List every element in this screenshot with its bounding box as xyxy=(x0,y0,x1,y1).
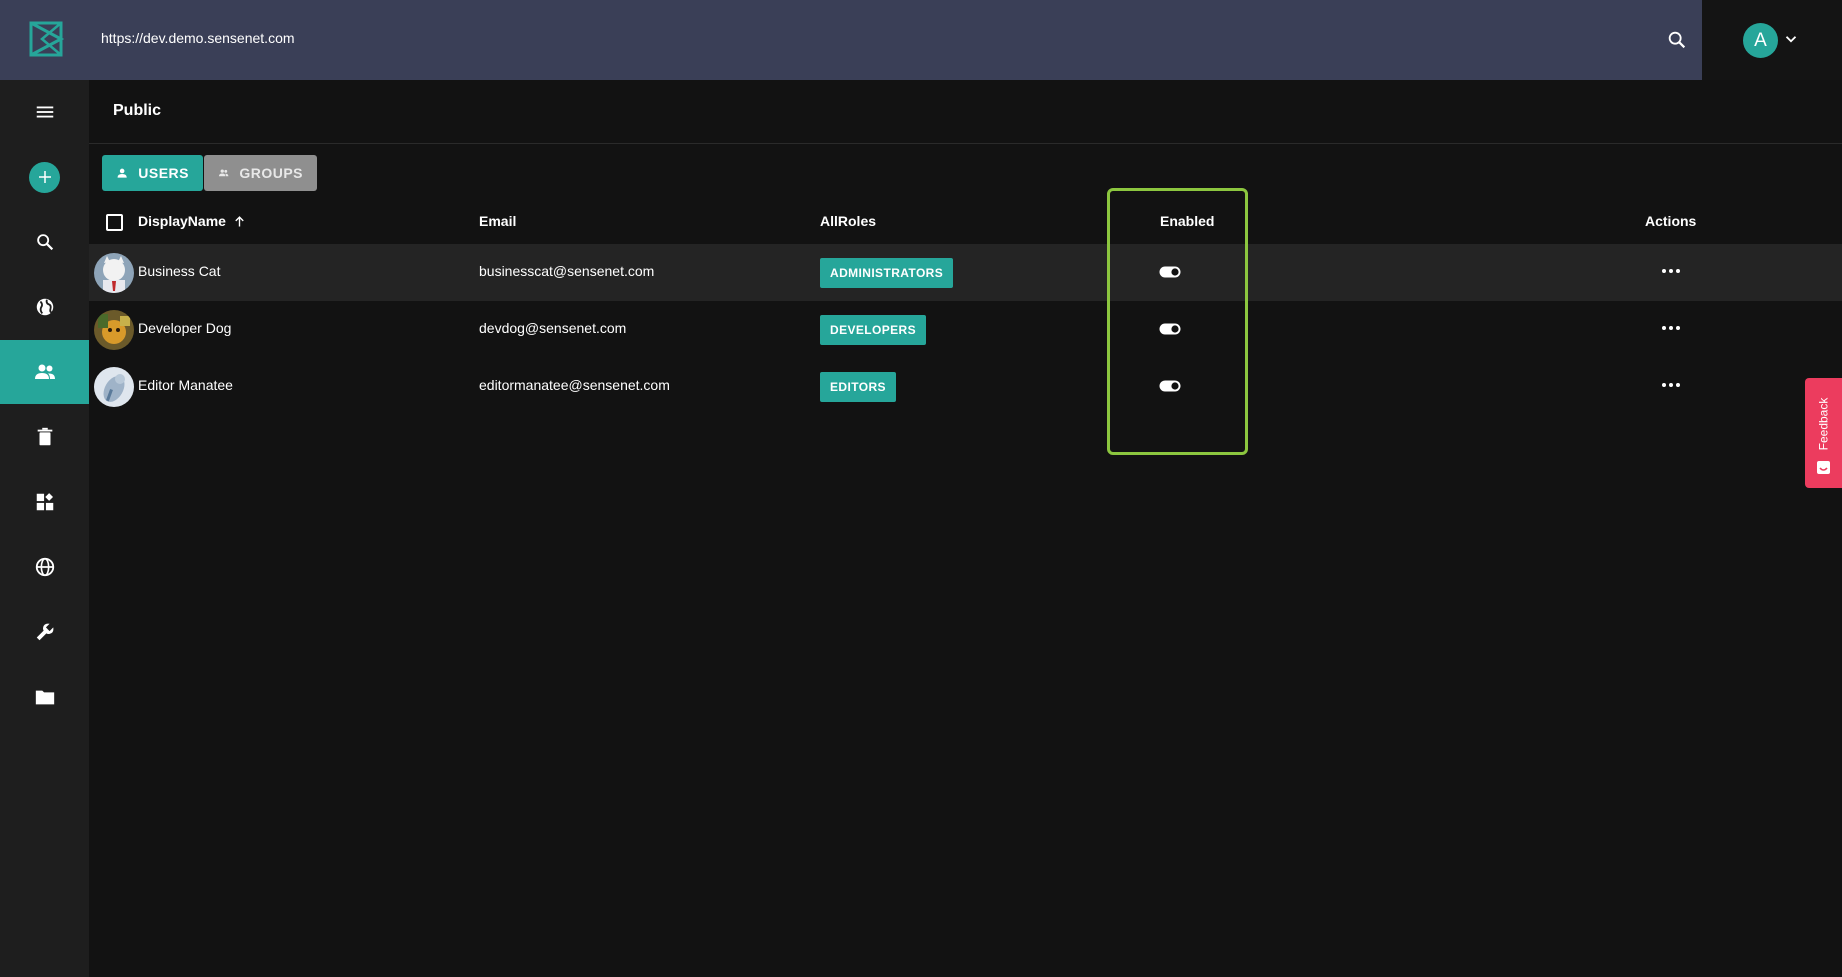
column-header-displayname-label: DisplayName xyxy=(138,213,226,229)
sidebar-item-trash[interactable] xyxy=(0,405,89,469)
main-content: Public USERS GROUPS DisplayName Email Al… xyxy=(89,80,1842,977)
globe-icon xyxy=(36,298,53,316)
search-icon[interactable] xyxy=(1666,29,1688,51)
language-icon xyxy=(35,557,54,577)
sidebar-item-content-types[interactable] xyxy=(0,470,89,534)
more-actions-icon[interactable] xyxy=(1660,321,1682,335)
url-display[interactable]: https://dev.demo.sensenet.com xyxy=(101,30,295,46)
column-header-email[interactable]: Email xyxy=(479,213,516,229)
widgets-icon xyxy=(36,493,53,511)
hamburger-menu-icon xyxy=(36,106,53,118)
user-email: editormanatee@sensenet.com xyxy=(479,377,670,393)
folder-icon xyxy=(35,690,54,705)
user-displayname[interactable]: Business Cat xyxy=(138,263,220,279)
plus-icon xyxy=(38,171,51,183)
top-bar: https://dev.demo.sensenet.com A xyxy=(0,0,1842,80)
column-header-displayname[interactable]: DisplayName xyxy=(138,213,247,229)
search-icon xyxy=(36,234,53,251)
column-header-actions: Actions xyxy=(1645,213,1697,229)
user-avatar xyxy=(94,367,134,407)
trash-icon xyxy=(37,427,52,446)
column-header-enabled[interactable]: Enabled xyxy=(1160,213,1214,229)
sidebar-item-content[interactable] xyxy=(0,275,89,339)
people-icon xyxy=(34,364,55,379)
role-badge[interactable]: DEVELOPERS xyxy=(820,315,927,345)
user-email: devdog@sensenet.com xyxy=(479,320,627,336)
table-row[interactable]: Developer Dog devdog@sensenet.com DEVELO… xyxy=(89,301,1842,358)
feedback-smiley-icon xyxy=(1817,461,1830,474)
tab-groups-label: GROUPS xyxy=(239,165,303,181)
select-all-checkbox[interactable] xyxy=(106,214,123,231)
add-button[interactable] xyxy=(29,161,60,193)
chevron-down-icon[interactable] xyxy=(1782,30,1800,48)
enabled-toggle[interactable] xyxy=(1159,323,1181,335)
people-icon xyxy=(218,169,229,177)
table-row[interactable]: Editor Manatee editormanatee@sensenet.co… xyxy=(89,358,1842,415)
feedback-label-wrap: Feedback xyxy=(1810,394,1837,454)
sidebar-item-search[interactable] xyxy=(0,210,89,274)
column-header-allroles[interactable]: AllRoles xyxy=(820,213,876,229)
user-avatar xyxy=(94,310,134,350)
wrench-icon xyxy=(36,623,53,641)
divider xyxy=(89,143,1842,144)
sidebar-item-localization[interactable] xyxy=(0,535,89,599)
user-email: businesscat@sensenet.com xyxy=(479,263,655,279)
tab-users[interactable]: USERS xyxy=(102,155,203,191)
enabled-toggle[interactable] xyxy=(1159,266,1181,278)
enabled-toggle[interactable] xyxy=(1159,380,1181,392)
arrow-up-icon[interactable] xyxy=(232,214,247,229)
sensenet-logo-icon[interactable] xyxy=(28,20,64,58)
role-badge[interactable]: ADMINISTRATORS xyxy=(820,258,954,288)
user-avatar xyxy=(94,253,134,293)
sidebar-item-users[interactable] xyxy=(0,340,89,404)
more-actions-icon[interactable] xyxy=(1660,264,1682,278)
tab-users-label: USERS xyxy=(138,165,189,181)
sidebar-item-files[interactable] xyxy=(0,665,89,729)
table-row[interactable]: Business Cat businesscat@sensenet.com AD… xyxy=(89,244,1842,301)
user-displayname[interactable]: Developer Dog xyxy=(138,320,231,336)
role-badge[interactable]: EDITORS xyxy=(820,372,896,402)
person-icon xyxy=(117,168,127,178)
more-actions-icon[interactable] xyxy=(1660,378,1682,392)
sidebar-item-setup[interactable] xyxy=(0,600,89,664)
sidebar xyxy=(0,80,89,977)
feedback-label: Feedback xyxy=(1816,397,1831,451)
user-avatar[interactable]: A xyxy=(1743,23,1778,58)
sidebar-item-add[interactable] xyxy=(0,145,89,209)
user-displayname[interactable]: Editor Manatee xyxy=(138,377,233,393)
page-title: Public xyxy=(113,102,162,119)
feedback-tab[interactable]: Feedback xyxy=(1805,378,1842,488)
tab-groups[interactable]: GROUPS xyxy=(204,155,317,191)
sidebar-item-menu[interactable] xyxy=(0,80,89,144)
